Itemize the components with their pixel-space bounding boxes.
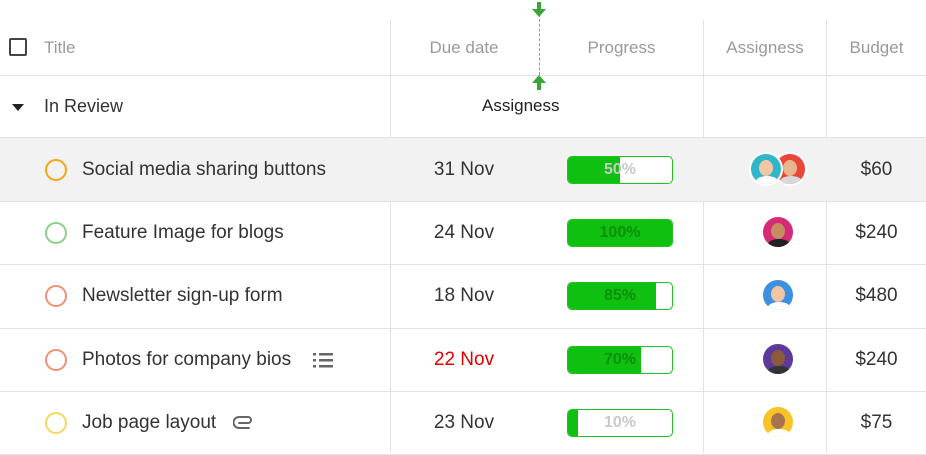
header-divider (0, 75, 926, 76)
dragged-column-label[interactable]: Assigness (482, 96, 559, 116)
assignee-avatars[interactable] (704, 215, 827, 250)
column-header-title[interactable]: Title (44, 20, 76, 75)
list-icon[interactable] (312, 349, 334, 371)
avatar[interactable] (749, 152, 783, 186)
table-row[interactable]: Feature Image for blogs 24 Nov 100% $240 (0, 201, 926, 264)
avatar[interactable] (761, 341, 795, 376)
task-title[interactable]: Photos for company bios (82, 349, 291, 371)
status-circle-icon[interactable] (45, 285, 67, 308)
drop-arrow-up-icon (532, 75, 546, 90)
column-header-progress[interactable]: Progress (540, 20, 703, 75)
table-row[interactable]: Newsletter sign-up form 18 Nov 85% $480 (0, 264, 926, 327)
table-header: Title Due date Progress Assigness Budget (0, 20, 926, 75)
paperclip-icon[interactable] (233, 412, 255, 434)
assignee-avatars[interactable] (704, 404, 827, 439)
progress-label: 10% (603, 413, 637, 431)
status-circle-icon[interactable] (45, 222, 67, 245)
due-date: 31 Nov (433, 159, 495, 180)
progress-label: 85% (603, 287, 637, 305)
avatar[interactable] (761, 215, 795, 250)
column-drop-indicator (539, 14, 540, 80)
collapse-caret-icon[interactable] (12, 104, 24, 111)
budget-value: $240 (855, 222, 898, 244)
status-circle-icon[interactable] (45, 411, 67, 434)
due-date: 22 Nov (433, 348, 495, 370)
column-header-due-date[interactable]: Due date (390, 20, 538, 75)
budget-value: $60 (860, 159, 893, 180)
select-all-checkbox[interactable] (9, 38, 27, 56)
avatar[interactable] (761, 404, 795, 439)
table-row[interactable]: Social media sharing buttons 31 Nov 50% $60 (0, 138, 926, 201)
table-row[interactable]: Job page layout 23 Nov 10% $75 (0, 391, 926, 454)
assignee-avatars[interactable] (704, 152, 827, 186)
due-date: 24 Nov (433, 222, 495, 244)
budget-value: $75 (860, 411, 893, 433)
progress-bar: 50% (567, 156, 673, 184)
table-row[interactable]: Photos for company bios 22 Nov 70% $240 (0, 328, 926, 391)
status-circle-icon[interactable] (45, 159, 67, 181)
group-label: In Review (44, 96, 124, 116)
status-circle-icon[interactable] (45, 348, 67, 371)
due-date: 23 Nov (433, 411, 495, 433)
progress-label: 50% (603, 161, 637, 178)
column-header-budget[interactable]: Budget (827, 20, 926, 75)
avatar[interactable] (761, 278, 795, 313)
assignee-avatars[interactable] (704, 278, 827, 313)
task-title[interactable]: Feature Image for blogs (82, 222, 284, 244)
drop-arrow-down-icon (532, 2, 546, 17)
progress-bar: 70% (567, 345, 673, 374)
column-header-assigness[interactable]: Assigness (704, 20, 826, 75)
progress-label: 100% (599, 224, 641, 242)
budget-value: $240 (855, 348, 898, 370)
task-table: Title Due date Progress Assigness Budget… (0, 0, 926, 455)
progress-label: 70% (603, 350, 637, 368)
progress-bar: 100% (567, 219, 673, 248)
due-date: 18 Nov (433, 285, 495, 307)
task-title[interactable]: Job page layout (82, 412, 216, 434)
budget-value: $480 (855, 285, 898, 307)
progress-bar: 10% (567, 408, 673, 437)
assignee-avatars[interactable] (704, 341, 827, 376)
progress-bar: 85% (567, 282, 673, 311)
task-title[interactable]: Newsletter sign-up form (82, 285, 283, 307)
task-title[interactable]: Social media sharing buttons (82, 159, 326, 181)
